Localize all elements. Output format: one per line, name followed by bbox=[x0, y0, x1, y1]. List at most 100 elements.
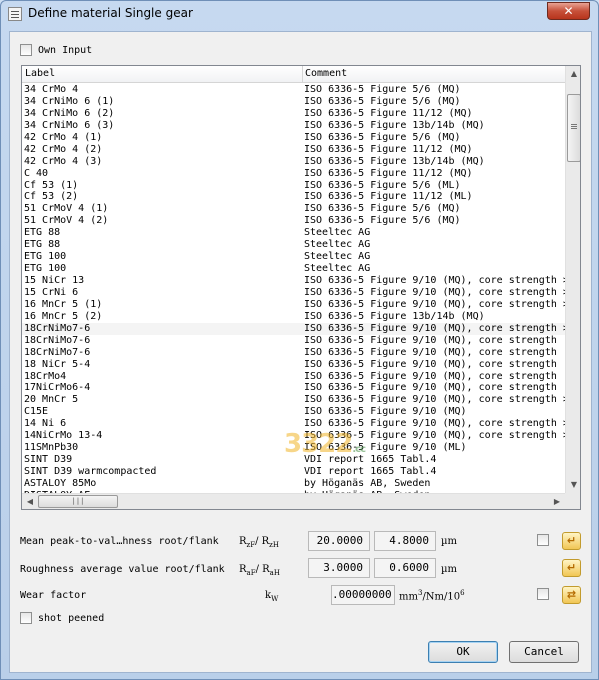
table-row[interactable]: 18CrNiMo7-6 ISO 6336-5 Figure 9/10 (MQ), … bbox=[22, 347, 565, 359]
cell-comment: Steeltec AG bbox=[304, 251, 371, 263]
mean-roughness-label: Mean peak-to-val…hness root/flank bbox=[20, 536, 219, 547]
table-row[interactable]: 20 MnCr 5 ISO 6336-5 Figure 9/10 (MQ), co… bbox=[22, 394, 565, 406]
table-row[interactable]: 18CrNiMo7-6 ISO 6336-5 Figure 9/10 (MQ), … bbox=[22, 335, 565, 347]
table-row[interactable]: ASTALOY 85Mo by Höganäs AB, Sweden bbox=[22, 478, 565, 490]
avg-roughness-symbol: RaF/ RaH bbox=[239, 564, 280, 577]
cell-comment: ISO 6336-5 Figure 13b/14b (MQ) bbox=[304, 119, 485, 131]
watermark-suffix: .cc bbox=[352, 444, 366, 455]
cell-label: 14 Ni 6 bbox=[24, 418, 67, 430]
cell-comment: ISO 6336-5 Figure 11/12 (MQ) bbox=[304, 167, 473, 179]
mean-roughness-checkbox[interactable] bbox=[537, 534, 549, 546]
scroll-up-icon[interactable]: ▲ bbox=[566, 66, 580, 82]
table-row[interactable]: ETG 88 Steeltec AG bbox=[22, 239, 565, 251]
avg-roughness-unit: µm bbox=[441, 564, 457, 575]
table-row[interactable]: 15 NiCr 13 ISO 6336-5 Figure 9/10 (MQ), c… bbox=[22, 275, 565, 287]
site-watermark: 3322.cc bbox=[284, 429, 366, 459]
cell-comment: ISO 6336-5 Figure 5/6 (MQ) bbox=[304, 84, 461, 95]
column-header-label[interactable]: Label bbox=[25, 68, 55, 79]
horizontal-scroll-thumb[interactable]: ||| bbox=[38, 495, 118, 508]
table-row[interactable]: 42 CrMo 4 (1) ISO 6336-5 Figure 5/6 (MQ) bbox=[22, 132, 565, 144]
cell-label: 51 CrMoV 4 (2) bbox=[24, 215, 109, 227]
table-row[interactable]: C 40 ISO 6336-5 Figure 11/12 (MQ) bbox=[22, 168, 565, 180]
cell-label: 42 CrMo 4 (1) bbox=[24, 131, 103, 143]
table-row[interactable]: 34 CrNiMo 6 (3) ISO 6336-5 Figure 13b/14b… bbox=[22, 120, 565, 132]
table-row[interactable]: 51 CrMoV 4 (2) ISO 6336-5 Figure 5/6 (MQ) bbox=[22, 215, 565, 227]
cell-comment: ISO 6336-5 Figure 13b/14b (MQ) bbox=[304, 310, 485, 322]
cell-comment: ISO 6336-5 Figure 9/10 (MQ) bbox=[304, 406, 467, 418]
scroll-down-icon[interactable]: ▼ bbox=[566, 477, 580, 493]
wear-factor-field[interactable]: .00000000 bbox=[331, 585, 395, 605]
table-row[interactable]: ETG 100 Steeltec AG bbox=[22, 263, 565, 275]
table-row[interactable]: 42 CrMo 4 (3) ISO 6336-5 Figure 13b/14b (… bbox=[22, 156, 565, 168]
wear-factor-label: Wear factor bbox=[20, 590, 87, 601]
rz-flank-field[interactable]: 4.8000 bbox=[374, 531, 436, 551]
ok-button[interactable]: OK bbox=[428, 641, 498, 663]
vertical-scrollbar[interactable]: ▲ ▼ bbox=[565, 66, 580, 493]
symbol-sub-w: W bbox=[271, 595, 279, 603]
shot-peened-label: shot peened bbox=[38, 613, 105, 624]
symbol-separator: / bbox=[255, 564, 259, 575]
rz-root-field[interactable]: 20.0000 bbox=[308, 531, 370, 551]
table-row[interactable]: 34 CrNiMo 6 (2) ISO 6336-5 Figure 11/12 (… bbox=[22, 108, 565, 120]
cell-comment: ISO 6336-5 Figure 9/10 (MQ), core streng… bbox=[304, 346, 557, 358]
table-row[interactable]: Cf 53 (1) ISO 6336-5 Figure 5/6 (ML) bbox=[22, 180, 565, 192]
table-row[interactable]: 42 CrMo 4 (2) ISO 6336-5 Figure 11/12 (MQ… bbox=[22, 144, 565, 156]
mean-roughness-arrow-icon[interactable]: ↵ bbox=[562, 532, 581, 550]
table-row[interactable]: 34 CrNiMo 6 (1) ISO 6336-5 Figure 5/6 (MQ… bbox=[22, 96, 565, 108]
wear-factor-checkbox[interactable] bbox=[537, 588, 549, 600]
mean-roughness-unit: µm bbox=[441, 536, 457, 547]
cell-comment: ISO 6336-5 Figure 9/10 (MQ), core streng… bbox=[304, 370, 557, 382]
shot-peened-checkbox[interactable] bbox=[20, 612, 32, 624]
table-row[interactable]: 34 CrMo 4 ISO 6336-5 Figure 5/6 (MQ) bbox=[22, 84, 565, 96]
own-input-label: Own Input bbox=[38, 45, 93, 56]
table-row[interactable]: ETG 88 Steeltec AG bbox=[22, 227, 565, 239]
cell-label: 17NiCrMo6-4 bbox=[24, 382, 91, 394]
table-row[interactable]: 16 MnCr 5 (2) ISO 6336-5 Figure 13b/14b (… bbox=[22, 311, 565, 323]
wear-factor-symbol: kW bbox=[265, 590, 278, 603]
cell-comment: ISO 6336-5 Figure 9/10 (MQ), core streng… bbox=[304, 322, 565, 334]
column-divider[interactable] bbox=[302, 66, 303, 83]
table-row[interactable]: C15E ISO 6336-5 Figure 9/10 (MQ) bbox=[22, 406, 565, 418]
wear-factor-arrow-icon[interactable]: ⇄ bbox=[562, 586, 581, 604]
title-bar[interactable]: Define material Single gear ✕ bbox=[1, 1, 598, 27]
cell-label: SINT D39 warmcompacted bbox=[24, 466, 157, 477]
cancel-button[interactable]: Cancel bbox=[509, 641, 579, 663]
cell-label: 18CrNiMo7-6 bbox=[24, 346, 91, 358]
table-row[interactable]: Cf 53 (2) ISO 6336-5 Figure 11/12 (ML) bbox=[22, 191, 565, 203]
cell-label: SINT D39 bbox=[24, 454, 73, 466]
cell-comment: ISO 6336-5 Figure 11/12 (ML) bbox=[304, 191, 473, 203]
cell-comment: ISO 6336-5 Figure 9/10 (MQ), core streng… bbox=[304, 275, 565, 286]
ra-flank-field[interactable]: 0.6000 bbox=[374, 558, 436, 578]
cell-label: Cf 53 (2) bbox=[24, 191, 79, 203]
cell-label: C 40 bbox=[24, 167, 49, 179]
cell-label: 16 MnCr 5 (2) bbox=[24, 310, 103, 322]
cell-comment: ISO 6336-5 Figure 5/6 (MQ) bbox=[304, 203, 461, 215]
table-row[interactable]: SINT D39 warmcompacted VDI report 1665 Ta… bbox=[22, 466, 565, 478]
avg-roughness-arrow-icon[interactable]: ↵ bbox=[562, 559, 581, 577]
table-row[interactable]: 15 CrNi 6 ISO 6336-5 Figure 9/10 (MQ), co… bbox=[22, 287, 565, 299]
ra-root-field[interactable]: 3.0000 bbox=[308, 558, 370, 578]
table-row[interactable]: 18CrMo4 ISO 6336-5 Figure 9/10 (MQ), core… bbox=[22, 371, 565, 383]
symbol-separator: / bbox=[255, 536, 259, 547]
own-input-checkbox[interactable] bbox=[20, 44, 32, 56]
scroll-right-icon[interactable]: ▶ bbox=[549, 494, 565, 509]
cell-comment: ISO 6336-5 Figure 9/10 (MQ), core streng… bbox=[304, 394, 565, 406]
cell-comment: ISO 6336-5 Figure 5/6 (MQ) bbox=[304, 215, 461, 227]
close-button[interactable]: ✕ bbox=[547, 2, 590, 20]
horizontal-scrollbar[interactable]: ◀ ||| ▶ bbox=[22, 493, 565, 509]
vertical-scroll-thumb[interactable] bbox=[567, 94, 580, 162]
table-row[interactable]: 16 MnCr 5 (1) ISO 6336-5 Figure 9/10 (MQ)… bbox=[22, 299, 565, 311]
cell-label: 14NiCrMo 13-4 bbox=[24, 430, 103, 442]
scroll-left-icon[interactable]: ◀ bbox=[22, 494, 38, 509]
unit-middle: /Nm/10 bbox=[422, 591, 461, 603]
scroll-corner bbox=[565, 493, 580, 509]
cell-label: ETG 88 bbox=[24, 239, 61, 251]
table-row[interactable]: 51 CrMoV 4 (1) ISO 6336-5 Figure 5/6 (MQ) bbox=[22, 203, 565, 215]
table-row[interactable]: ETG 100 Steeltec AG bbox=[22, 251, 565, 263]
table-row[interactable]: 18CrNiMo7-6 ISO 6336-5 Figure 9/10 (MQ), … bbox=[22, 322, 565, 335]
table-row[interactable]: 17NiCrMo6-4 ISO 6336-5 Figure 9/10 (MQ), … bbox=[22, 382, 565, 394]
mean-roughness-symbol: RzF/ RzH bbox=[239, 536, 279, 549]
cell-comment: VDI report 1665 Tabl.4 bbox=[304, 466, 437, 477]
column-header-comment[interactable]: Comment bbox=[305, 68, 347, 79]
table-row[interactable]: 18 NiCr 5-4 ISO 6336-5 Figure 9/10 (MQ), … bbox=[22, 359, 565, 371]
